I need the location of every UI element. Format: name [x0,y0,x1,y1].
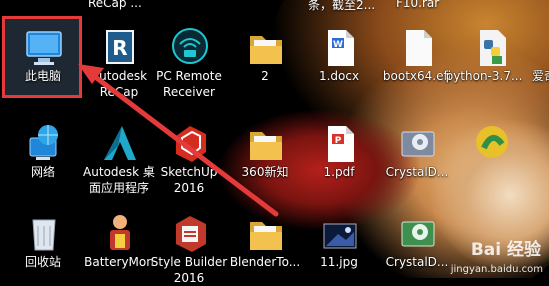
baidu-watermark: Bai 经验 [470,240,541,260]
baidu-watermark-url: jingyan.baidu.com [450,264,543,275]
annotation-arrow [78,64,279,217]
